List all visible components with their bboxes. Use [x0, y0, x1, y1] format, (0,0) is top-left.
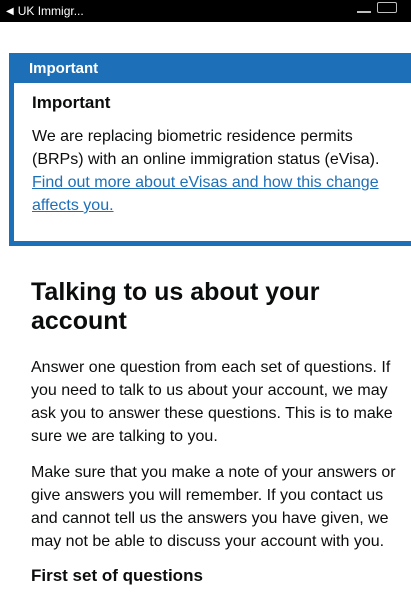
- back-to-app-button[interactable]: ◀ UK Immigr...: [6, 4, 84, 18]
- instructions-paragraph: Answer one question from each set of que…: [31, 359, 393, 445]
- banner-header: Important: [13, 57, 411, 83]
- banner-title: Important: [32, 93, 111, 112]
- back-arrow-icon: ◀: [6, 5, 14, 17]
- important-banner: Important Important We are replacing bio…: [9, 53, 411, 246]
- signal-icon: [357, 3, 371, 13]
- banner-body: Important We are replacing biometric res…: [14, 83, 411, 217]
- battery-icon: [377, 2, 397, 13]
- banner-text-block: We are replacing biometric residence per…: [32, 125, 399, 217]
- status-bar: ◀ UK Immigr...: [0, 0, 411, 22]
- note-answers-paragraph: Make sure that you make a note of your a…: [31, 464, 396, 550]
- banner-text: We are replacing biometric residence per…: [32, 128, 380, 168]
- evisa-info-link[interactable]: Find out more about eVisas and how this …: [32, 174, 379, 214]
- page-title: Talking to us about your account: [31, 278, 320, 335]
- back-to-app-label: UK Immigr...: [17, 4, 84, 18]
- first-set-heading: First set of questions: [31, 566, 203, 585]
- status-icons: [357, 2, 397, 13]
- main-content: Talking to us about your account Answer …: [31, 278, 403, 586]
